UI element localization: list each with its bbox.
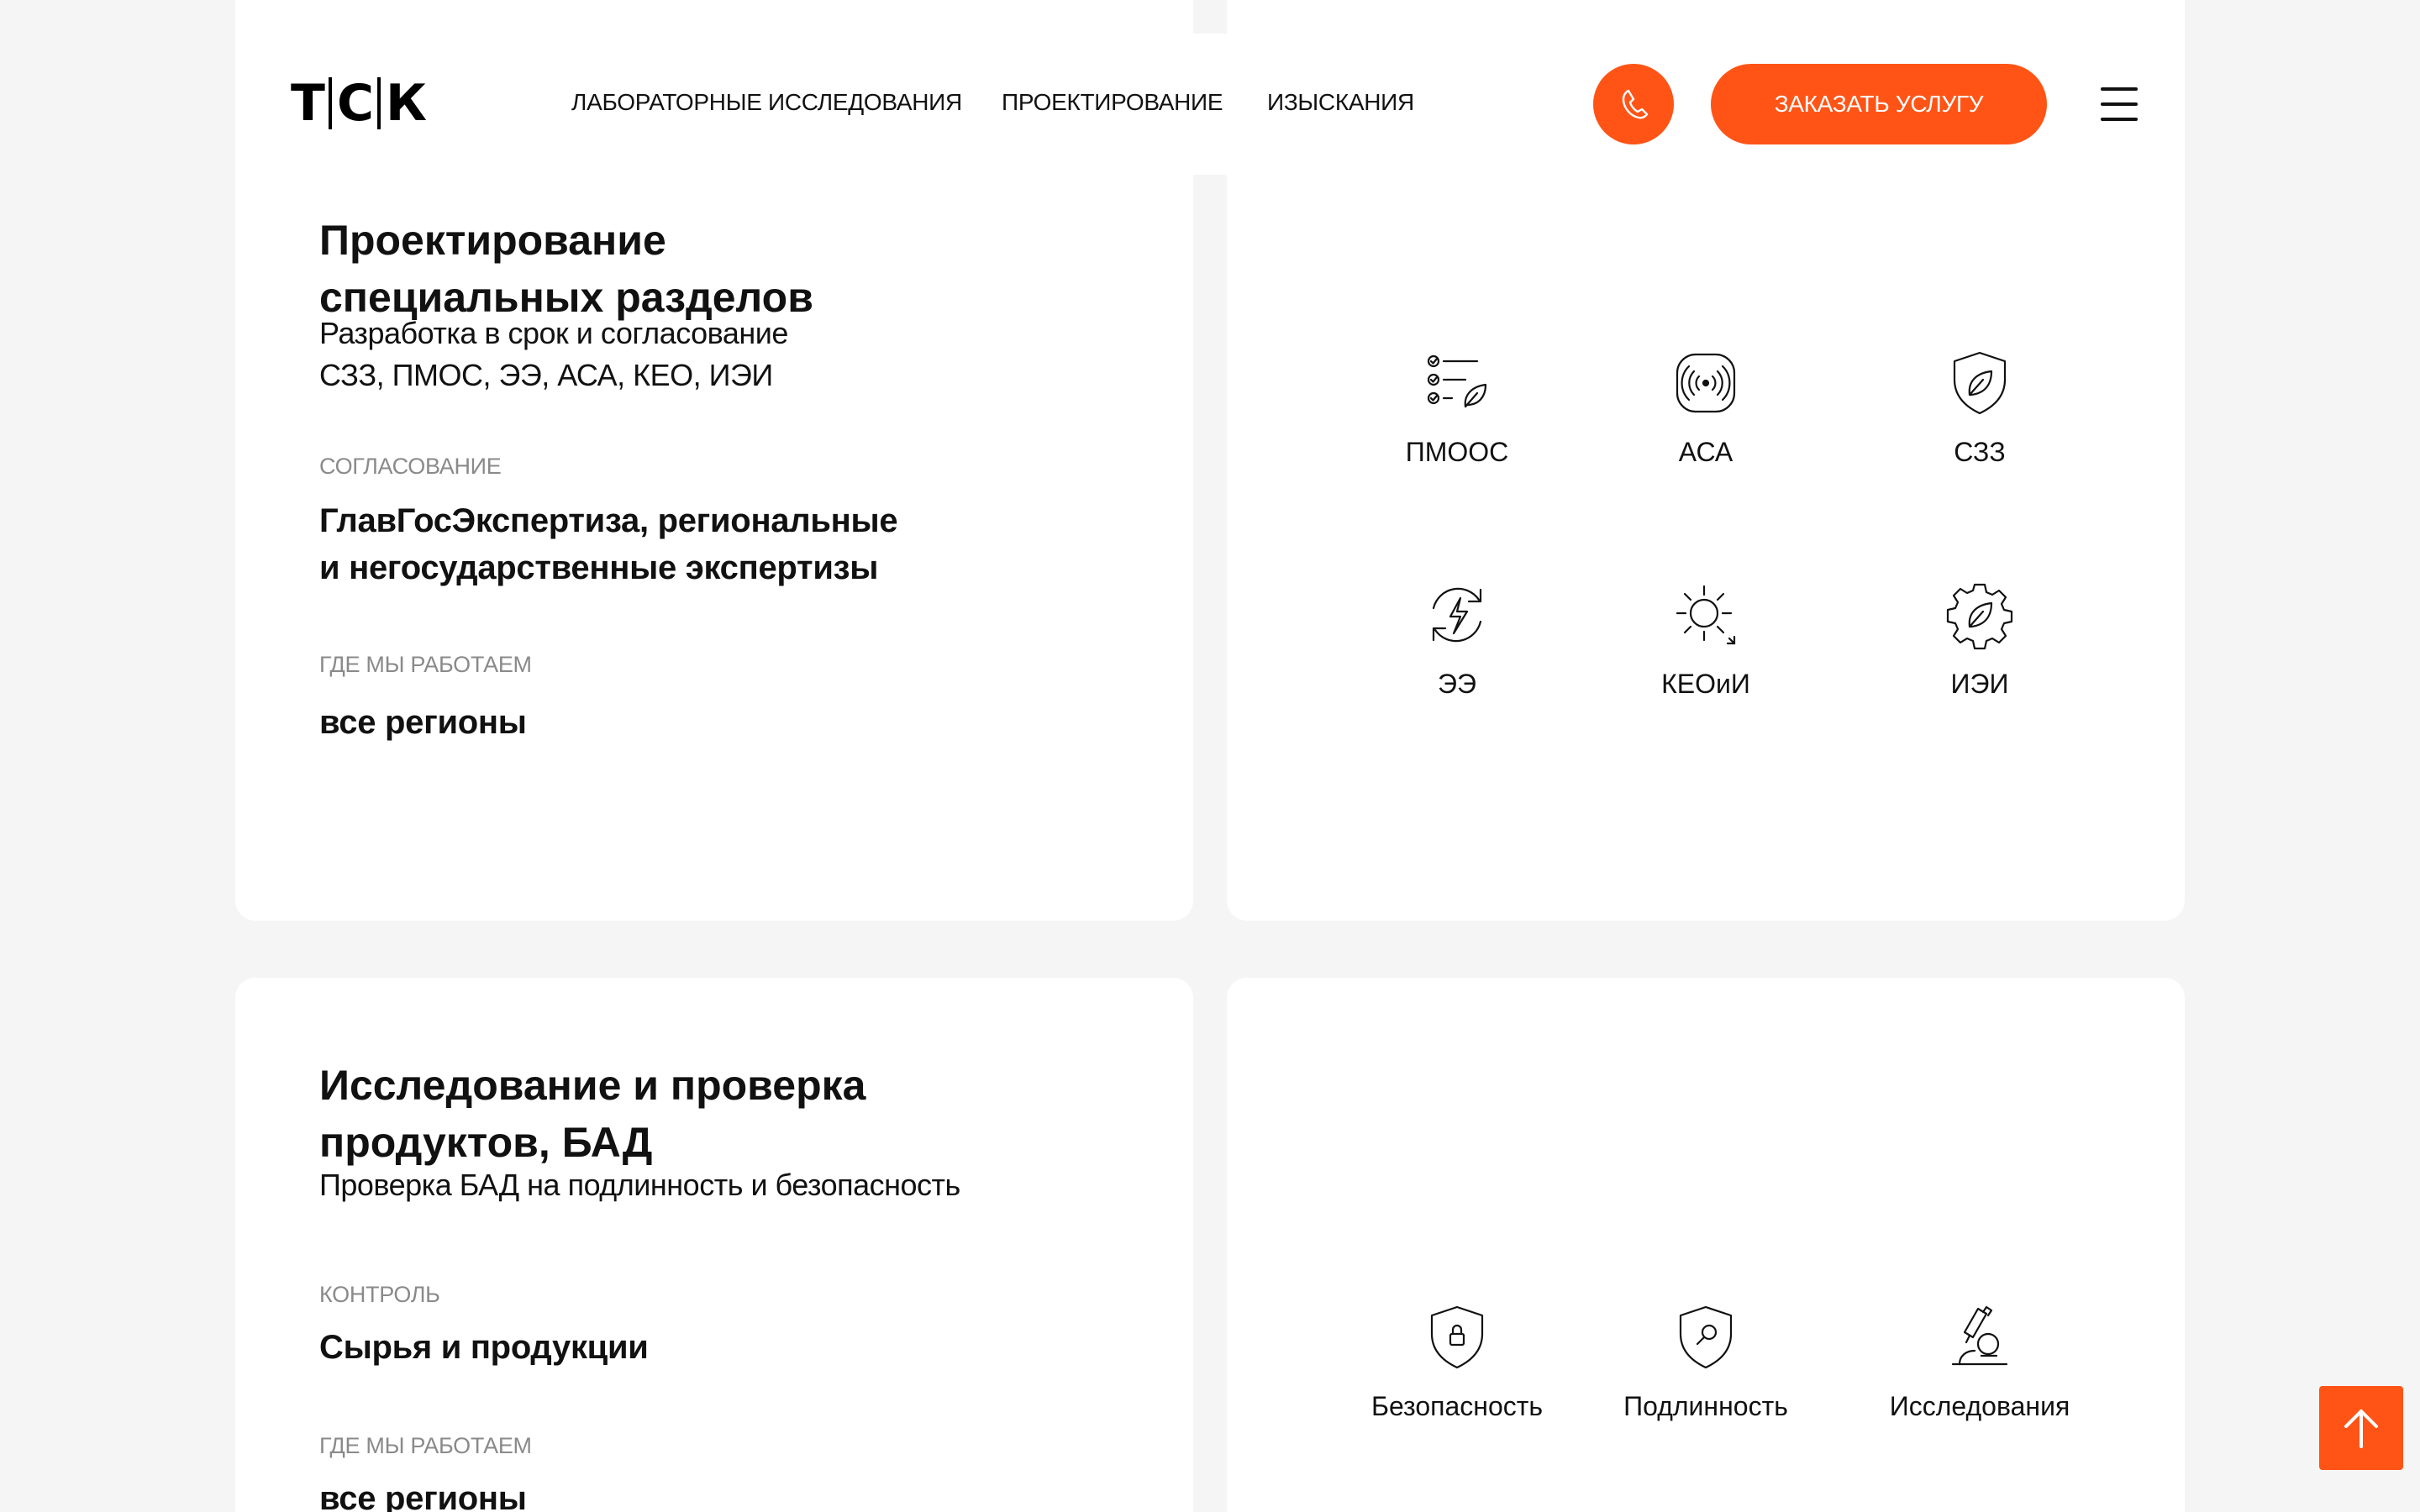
section-title-line1: Проектирование [319, 217, 666, 264]
phone-icon [1622, 89, 1649, 119]
icon-label: ЭЭ [1438, 669, 1476, 699]
nav-link-design[interactable]: ПРОЕКТИРОВАНИЕ [1002, 89, 1223, 116]
icon-item-research[interactable]: Исследования [1854, 1302, 2106, 1445]
section-title-line2: продуктов, БАД [319, 1119, 653, 1166]
menu-line [2101, 102, 2138, 106]
section-title-line1: Исследование и проверка [319, 1062, 866, 1109]
menu-line [2101, 87, 2138, 91]
logo-letter: Т [291, 74, 325, 133]
icon-label: ПМООС [1405, 437, 1509, 467]
control-value: Сырья и продукции [319, 1329, 649, 1366]
regions-label: ГДЕ МЫ РАБОТАЕМ [319, 652, 532, 677]
logo-divider [376, 77, 381, 129]
logo-divider [328, 77, 332, 129]
approval-label: СОГЛАСОВАНИЕ [319, 454, 502, 479]
logo-letter: С [336, 74, 374, 133]
page: Проектирование специальных разделов Разр… [0, 0, 2420, 1512]
icon-item-keoi[interactable]: КЕОиИ [1580, 580, 1832, 722]
service-card-products-text: Исследование и проверка продуктов, БАД П… [235, 978, 1193, 1512]
icon-label: КЕОиИ [1661, 669, 1750, 699]
approval-value-line2: и негосударственные экспертизы [319, 549, 879, 586]
regions-value: все регионы [319, 704, 527, 741]
service-card-products-icons: Безопасность Подлинность Исследования [1227, 978, 2185, 1512]
microscope-icon [1951, 1305, 2008, 1366]
logo[interactable]: Т С К [291, 74, 427, 133]
logo-letter: К [385, 74, 427, 133]
section-subtitle-line1: Разработка в срок и согласование [319, 316, 788, 350]
checklist-leaf-icon [1427, 354, 1487, 408]
regions-value: все регионы [319, 1480, 527, 1512]
shield-search-icon [1679, 1305, 1733, 1369]
gear-leaf-icon [1946, 583, 2013, 650]
icon-item-szz[interactable]: СЗЗ [1854, 348, 2106, 491]
icon-item-ee[interactable]: ЭЭ [1331, 580, 1583, 722]
icon-item-pmoos[interactable]: ПМООС [1331, 348, 1583, 491]
icon-label: ИЭИ [1950, 669, 2009, 699]
nav-link-surveys[interactable]: ИЗЫСКАНИЯ [1267, 89, 1414, 116]
icon-label: Подлинность [1623, 1391, 1788, 1421]
regions-label: ГДЕ МЫ РАБОТАЕМ [319, 1433, 532, 1458]
shield-lock-icon [1430, 1305, 1484, 1369]
icon-item-safety[interactable]: Безопасность [1331, 1302, 1583, 1445]
site-header: Т С К ЛАБОРАТОРНЫЕ ИССЛЕДОВАНИЯ ПРОЕКТИР… [235, 34, 2185, 175]
icon-label: Безопасность [1370, 1391, 1544, 1421]
nav-link-lab-research[interactable]: ЛАБОРАТОРНЫЕ ИССЛЕДОВАНИЯ [571, 89, 962, 116]
icon-label: АСА [1678, 437, 1733, 467]
shield-leaf-icon [1953, 351, 2007, 415]
hamburger-icon[interactable] [2101, 87, 2138, 121]
sun-icon [1676, 585, 1736, 645]
control-label: КОНТРОЛЬ [319, 1282, 440, 1307]
icon-item-iei[interactable]: ИЭИ [1854, 580, 2106, 722]
section-subtitle-line2: СЗЗ, ПМОС, ЭЭ, АСА, КЕО, ИЭИ [319, 358, 773, 392]
sound-waves-icon [1676, 353, 1736, 413]
menu-line [2101, 118, 2138, 121]
icon-label: СЗЗ [1954, 437, 2006, 467]
arrow-up-icon [2344, 1410, 2378, 1448]
scroll-top-button[interactable] [2319, 1386, 2403, 1470]
section-subtitle: Проверка БАД на подлинность и безопаснос… [319, 1168, 960, 1202]
icon-label: Исследования [1889, 1391, 2070, 1421]
energy-cycle-icon [1432, 587, 1482, 643]
icon-item-authenticity[interactable]: Подлинность [1580, 1302, 1832, 1445]
approval-value-line1: ГлавГосЭкспертиза, региональные [319, 502, 898, 539]
icon-item-asa[interactable]: АСА [1580, 348, 1832, 491]
phone-button[interactable] [1593, 64, 1674, 144]
order-service-button[interactable]: ЗАКАЗАТЬ УСЛУГУ [1711, 64, 2047, 144]
